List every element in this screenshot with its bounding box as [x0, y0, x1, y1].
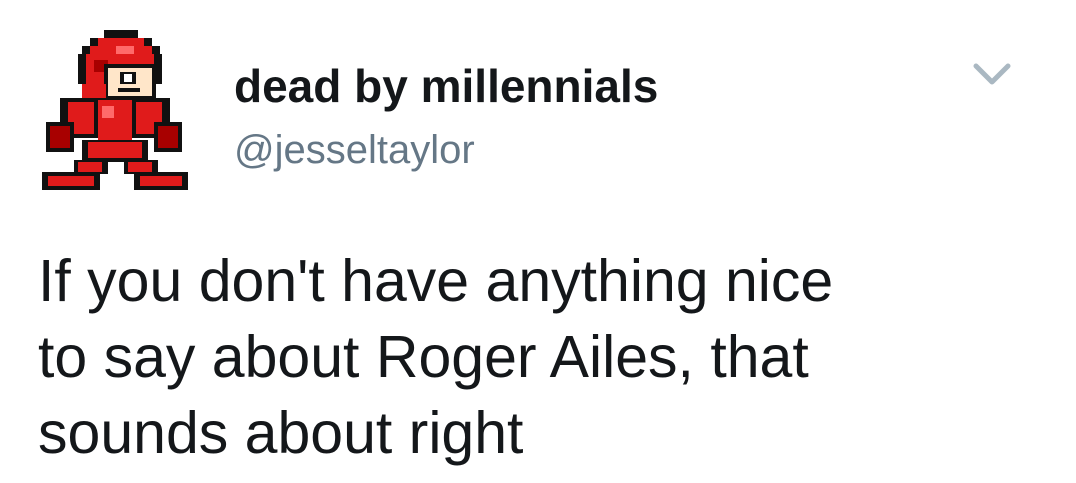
user-handle[interactable]: @jesseltaylor	[234, 124, 475, 176]
display-name[interactable]: dead by millennials	[234, 56, 658, 116]
avatar[interactable]	[38, 30, 188, 192]
tweet-text: If you don't have anything nice to say a…	[38, 248, 834, 466]
pixel-robot-avatar-icon	[42, 30, 188, 190]
tweet-menu-button[interactable]	[966, 56, 1018, 96]
tweet-card: dead by millennials @jesseltaylor If you…	[0, 0, 1076, 483]
chevron-down-icon	[973, 63, 1011, 85]
